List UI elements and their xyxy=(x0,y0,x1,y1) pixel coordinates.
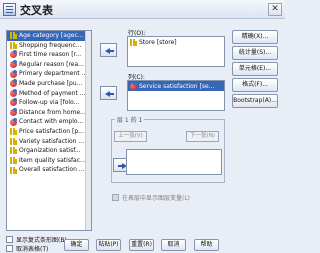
scale-variable-icon xyxy=(130,38,137,46)
list-item[interactable]: Distance from home... xyxy=(7,108,91,118)
variable-label: Item quality satisfac... xyxy=(19,156,86,164)
list-item[interactable]: Store [store] xyxy=(128,37,224,47)
layer-display-option: 在表层中显示图层变量(L) xyxy=(112,193,190,202)
move-to-columns-button[interactable] xyxy=(100,86,117,100)
suppress-tables-option: 取消表格(T) xyxy=(6,244,48,253)
variable-label: Organization satisf... xyxy=(19,147,81,155)
nominal-variable-icon xyxy=(10,60,17,69)
nominal-variable-icon xyxy=(10,98,17,107)
scale-variable-icon xyxy=(10,32,17,40)
variable-label: Method of payment ... xyxy=(19,89,86,97)
list-item[interactable]: Service satisfaction [se... xyxy=(128,81,224,91)
list-item[interactable]: Follow-up via [folo... xyxy=(7,98,91,108)
suppress-tables-label: 取消表格(T) xyxy=(16,246,49,253)
ok-button[interactable]: 确定 xyxy=(64,239,89,251)
nominal-variable-icon xyxy=(10,69,17,78)
list-item[interactable]: Price satisfaction [p... xyxy=(7,127,91,137)
column-variable-label: Service satisfaction [se... xyxy=(139,82,215,90)
nominal-variable-icon xyxy=(130,81,137,90)
list-item[interactable]: Organization satisf... xyxy=(7,146,91,156)
scale-variable-icon xyxy=(10,157,17,165)
variable-list[interactable]: Age category [agec... Shopping frequenc..… xyxy=(6,30,92,231)
suppress-tables-checkbox[interactable] xyxy=(6,245,13,252)
title-bar: 交叉表 ✕ xyxy=(0,0,285,19)
scale-variable-icon xyxy=(10,128,17,136)
variable-label: Shopping frequenc... xyxy=(19,41,82,49)
previous-layer-button[interactable]: 上一张(V) xyxy=(114,131,147,142)
list-item[interactable]: Method of payment ... xyxy=(7,88,91,99)
crosstabs-icon xyxy=(3,3,16,16)
list-item[interactable]: Age category [agec... xyxy=(7,31,91,41)
layer-list[interactable] xyxy=(126,149,222,175)
list-item[interactable]: First time reason [r... xyxy=(7,50,91,60)
layer-display-label: 在表层中显示图层变量(L) xyxy=(122,195,191,202)
variable-label: Distance from home... xyxy=(19,108,86,116)
columns-list[interactable]: Service satisfaction [se... xyxy=(127,80,225,111)
layer-title: 层 1 的 1 xyxy=(115,115,145,124)
scale-variable-icon xyxy=(10,166,17,174)
clustered-bar-checkbox[interactable] xyxy=(6,236,13,243)
list-item[interactable]: Item quality satisfac... xyxy=(7,156,91,166)
nominal-variable-icon xyxy=(10,79,17,88)
variable-label: First time reason [r... xyxy=(19,51,82,59)
variable-list-scrollbar[interactable] xyxy=(85,31,91,230)
variable-label: Regular reason [rea... xyxy=(19,60,84,68)
variable-label: Made purchase [pu... xyxy=(19,79,83,87)
nominal-variable-icon xyxy=(10,50,17,59)
rows-list[interactable]: Store [store] xyxy=(127,36,225,67)
help-button[interactable]: 帮助 xyxy=(194,239,219,251)
scale-variable-icon xyxy=(10,41,17,49)
list-item[interactable]: Primary department ... xyxy=(7,69,91,79)
clustered-bar-label: 显示复式条形图(B) xyxy=(16,237,67,244)
reset-button[interactable]: 重置(R) xyxy=(129,239,154,251)
nominal-variable-icon xyxy=(10,108,17,117)
format-button[interactable]: 格式(F)... xyxy=(232,78,278,92)
close-button[interactable]: ✕ xyxy=(268,3,282,16)
list-item[interactable]: Made purchase [pu... xyxy=(7,79,91,89)
move-to-rows-button[interactable] xyxy=(100,43,117,57)
cancel-button[interactable]: 取消 xyxy=(161,239,186,251)
nominal-variable-icon xyxy=(10,88,17,97)
window-title: 交叉表 xyxy=(20,4,53,17)
list-item[interactable]: Shopping frequenc... xyxy=(7,41,91,51)
bootstrap-button[interactable]: Bootstrap(A)... xyxy=(232,94,278,108)
list-item[interactable]: Variety satisfaction ... xyxy=(7,137,91,147)
list-item[interactable]: Contact with emplo... xyxy=(7,117,91,127)
nominal-variable-icon xyxy=(10,117,17,126)
row-variable-label: Store [store] xyxy=(139,38,177,46)
next-layer-button[interactable]: 下一张(N) xyxy=(186,131,219,142)
statistics-button[interactable]: 统计量(S)... xyxy=(232,46,278,60)
scale-variable-icon xyxy=(10,147,17,155)
variable-label: Primary department ... xyxy=(19,70,88,78)
scale-variable-icon xyxy=(10,137,17,145)
exact-button[interactable]: 精确(X)... xyxy=(232,30,278,44)
variable-label: Overall satisfaction ... xyxy=(19,166,85,174)
layer-display-checkbox[interactable] xyxy=(112,194,119,201)
variable-label: Contact with emplo... xyxy=(19,118,84,126)
list-item[interactable]: Regular reason [rea... xyxy=(7,60,91,70)
variable-label: Price satisfaction [p... xyxy=(19,127,84,135)
variable-label: Age category [agec... xyxy=(19,32,84,39)
paste-button[interactable]: 粘贴(P) xyxy=(96,239,121,251)
variable-label: Variety satisfaction ... xyxy=(19,137,85,145)
cells-button[interactable]: 单元格(E)... xyxy=(232,62,278,76)
list-item[interactable]: Overall satisfaction ... xyxy=(7,165,91,175)
clustered-bar-option: 显示复式条形图(B) xyxy=(6,235,67,244)
variable-label: Follow-up via [folo... xyxy=(19,99,80,107)
